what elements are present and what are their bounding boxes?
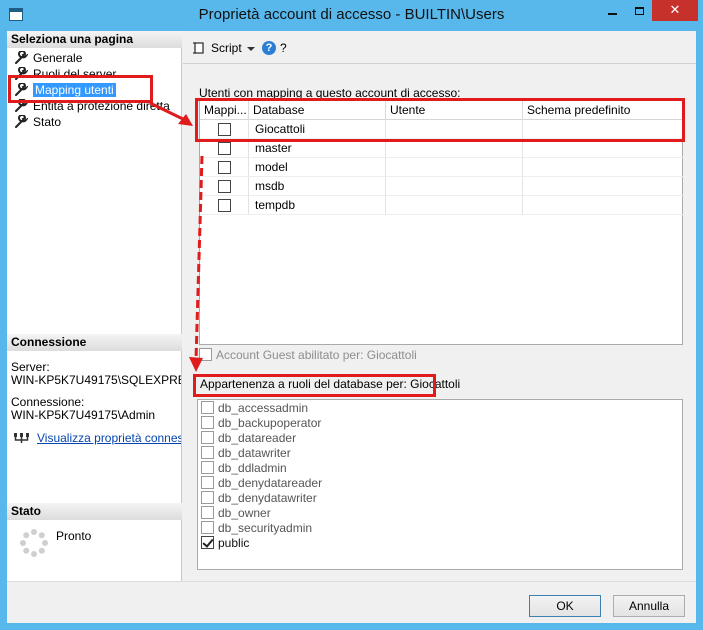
database-cell: msdb bbox=[249, 177, 386, 196]
mapped-cell[interactable] bbox=[200, 196, 249, 215]
left-pane: Seleziona una pagina Generale Ruoli del … bbox=[7, 31, 182, 581]
role-checkbox[interactable] bbox=[201, 506, 214, 519]
role-item[interactable]: db_denydatawriter bbox=[201, 491, 317, 506]
page-item-label: Stato bbox=[33, 115, 62, 129]
maximize-button[interactable] bbox=[626, 0, 652, 21]
guest-account-option: Account Guest abilitato per: Giocattoli bbox=[199, 348, 417, 364]
role-item[interactable]: db_securityadmin bbox=[201, 521, 312, 536]
user-cell[interactable] bbox=[386, 196, 523, 215]
close-button[interactable]: ✕ bbox=[652, 0, 698, 21]
network-icon bbox=[14, 433, 29, 443]
role-item[interactable]: db_ddladmin bbox=[201, 461, 287, 476]
help-label[interactable]: ? bbox=[280, 41, 287, 55]
status-header: Stato bbox=[7, 503, 182, 520]
table-row[interactable]: msdb bbox=[200, 177, 684, 196]
connection-value: WIN-KP5K7U49175\Admin bbox=[11, 409, 156, 422]
minimize-icon bbox=[608, 12, 617, 15]
schema-cell[interactable] bbox=[523, 196, 684, 215]
role-label: db_accessadmin bbox=[218, 401, 309, 415]
role-checkbox[interactable] bbox=[201, 491, 214, 504]
map-checkbox[interactable] bbox=[218, 180, 231, 193]
page-item-label: Generale bbox=[33, 51, 83, 65]
role-checkbox[interactable] bbox=[201, 431, 214, 444]
progress-spinner-icon bbox=[20, 529, 48, 557]
role-checkbox[interactable] bbox=[201, 461, 214, 474]
role-checkbox[interactable] bbox=[201, 476, 214, 489]
role-item[interactable]: db_datareader bbox=[201, 431, 296, 446]
role-label: db_datawriter bbox=[218, 446, 291, 460]
connection-info: Server: WIN-KP5K7U49175\SQLEXPRESS Conne… bbox=[11, 361, 181, 422]
user-cell[interactable] bbox=[386, 158, 523, 177]
table-row[interactable]: model bbox=[200, 158, 684, 177]
database-roles-list[interactable]: db_accessadmin db_backupoperator db_data… bbox=[197, 399, 683, 570]
server-label: Server: bbox=[11, 361, 50, 374]
map-checkbox[interactable] bbox=[218, 142, 231, 155]
map-checkbox[interactable] bbox=[218, 199, 231, 212]
role-label: db_owner bbox=[218, 506, 271, 520]
view-connection-link-label: Visualizza proprietà connessione bbox=[37, 431, 181, 445]
page-item-stato[interactable]: Stato bbox=[14, 114, 170, 130]
dialog-footer: OK Annulla bbox=[7, 581, 696, 623]
annotation-highlight-grid-row bbox=[195, 98, 685, 142]
schema-cell[interactable] bbox=[523, 158, 684, 177]
help-icon[interactable]: ? bbox=[262, 41, 276, 55]
title-bar[interactable]: Proprietà account di accesso - BUILTIN\U… bbox=[0, 0, 703, 31]
script-label: Script bbox=[211, 41, 242, 55]
role-item[interactable]: db_owner bbox=[201, 506, 271, 521]
status-value: Pronto bbox=[56, 529, 92, 543]
toolbar: Script ? ? bbox=[183, 31, 696, 64]
connection-label: Connessione: bbox=[11, 396, 85, 409]
schema-cell[interactable] bbox=[523, 177, 684, 196]
database-cell: model bbox=[249, 158, 386, 177]
annotation-highlight-mapping bbox=[8, 75, 153, 103]
script-icon bbox=[193, 42, 204, 54]
role-label: db_backupoperator bbox=[218, 416, 322, 430]
map-checkbox[interactable] bbox=[218, 161, 231, 174]
guest-label: Account Guest abilitato per: Giocattoli bbox=[216, 348, 417, 362]
server-value: WIN-KP5K7U49175\SQLEXPRESS bbox=[11, 374, 181, 387]
user-cell[interactable] bbox=[386, 177, 523, 196]
select-page-header: Seleziona una pagina bbox=[7, 31, 182, 48]
role-label: public bbox=[218, 536, 250, 550]
role-label: db_denydatareader bbox=[218, 476, 323, 490]
role-label: db_datareader bbox=[218, 431, 297, 445]
cancel-button[interactable]: Annulla bbox=[613, 595, 685, 617]
role-item[interactable]: db_backupoperator bbox=[201, 416, 321, 431]
role-checkbox[interactable] bbox=[201, 401, 214, 414]
role-item[interactable]: db_accessadmin bbox=[201, 401, 308, 416]
ok-button[interactable]: OK bbox=[529, 595, 601, 617]
role-item[interactable]: db_denydatareader bbox=[201, 476, 322, 491]
dialog-window: Proprietà account di accesso - BUILTIN\U… bbox=[0, 0, 703, 630]
role-label: db_denydatawriter bbox=[218, 491, 317, 505]
wrench-icon bbox=[15, 115, 28, 128]
connection-header: Connessione bbox=[7, 334, 182, 351]
window-title: Proprietà account di accesso - BUILTIN\U… bbox=[198, 6, 505, 23]
minimize-button[interactable] bbox=[599, 0, 626, 21]
page-item-generale[interactable]: Generale bbox=[14, 50, 170, 66]
role-label: db_ddladmin bbox=[218, 461, 287, 475]
role-label: db_securityadmin bbox=[218, 521, 313, 535]
mapped-cell[interactable] bbox=[200, 158, 249, 177]
role-checkbox[interactable] bbox=[201, 446, 214, 459]
annotation-highlight-roles-caption bbox=[193, 374, 436, 397]
chevron-down-icon[interactable] bbox=[247, 47, 255, 51]
role-item[interactable]: db_datawriter bbox=[201, 446, 291, 461]
mapped-cell[interactable] bbox=[200, 177, 249, 196]
role-checkbox[interactable] bbox=[201, 416, 214, 429]
maximize-icon bbox=[634, 6, 644, 15]
database-cell: tempdb bbox=[249, 196, 386, 215]
table-row[interactable]: tempdb bbox=[200, 196, 684, 215]
view-connection-properties-link[interactable]: Visualizza proprietà connessione bbox=[13, 431, 181, 446]
script-button[interactable]: Script bbox=[192, 41, 242, 56]
role-checkbox[interactable] bbox=[201, 521, 214, 534]
guest-checkbox bbox=[199, 348, 212, 361]
wrench-icon bbox=[15, 51, 28, 64]
role-checkbox[interactable] bbox=[201, 536, 214, 549]
role-item-public[interactable]: public bbox=[201, 536, 249, 551]
